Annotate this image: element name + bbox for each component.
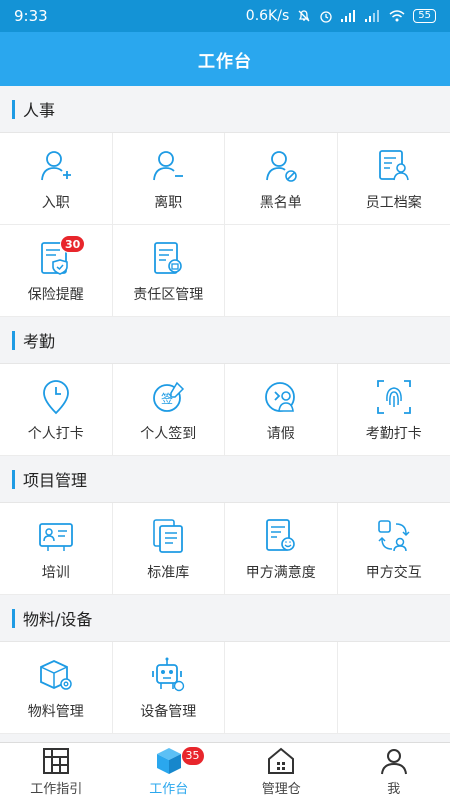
status-indicators: 0.6K/s 55 <box>246 8 436 24</box>
section-header-material: 物料/设备 <box>0 595 450 641</box>
status-bar: 9:33 0.6K/s 55 <box>0 0 450 32</box>
grid-item-leave[interactable]: 请假 <box>225 364 338 456</box>
section-header-attendance: 考勤 <box>0 317 450 363</box>
grid-item-zone-management[interactable]: 责任区管理 <box>112 225 225 317</box>
grid-item-label: 甲方交互 <box>365 564 422 581</box>
battery-icon: 55 <box>413 9 436 23</box>
grid-empty-cell <box>337 642 450 734</box>
attendance-grid: 个人打卡 签 个人签到 请假 考勤打卡 <box>0 363 450 456</box>
standard-library-icon <box>153 518 184 553</box>
person-icon <box>380 749 407 775</box>
grid-item-client-interaction[interactable]: 甲方交互 <box>337 503 450 595</box>
grid-item-insurance-reminder[interactable]: 30 保险提醒 <box>0 225 113 317</box>
tab-work-guide[interactable]: 工作指引 <box>0 743 113 800</box>
section-title: 人事 <box>23 101 56 120</box>
training-icon <box>38 522 73 551</box>
cube-icon <box>156 748 181 774</box>
grid-item-attendance-clock[interactable]: 考勤打卡 <box>337 364 450 456</box>
grid-item-label: 甲方满意度 <box>245 564 316 581</box>
section-title: 物料/设备 <box>23 610 93 629</box>
user-add-icon <box>40 150 71 180</box>
grid-empty-cell <box>337 225 450 317</box>
grid-empty-cell <box>225 642 338 734</box>
grid-item-label: 培训 <box>41 564 70 581</box>
grid-item-training[interactable]: 培训 <box>0 503 113 595</box>
interaction-icon <box>377 519 410 551</box>
grid-item-device-management[interactable]: 设备管理 <box>112 642 225 734</box>
hr-grid: 入职 离职 黑名单 员工档案 30 保险提醒 责任区管理 <box>0 132 450 317</box>
grid-item-personal-sign-in[interactable]: 签 个人签到 <box>112 364 225 456</box>
house-icon <box>268 747 295 774</box>
status-time: 9:33 <box>14 7 48 25</box>
section-header-hr: 人事 <box>0 86 450 132</box>
tab-me[interactable]: 我 <box>338 743 450 800</box>
grid-item-onboard[interactable]: 入职 <box>0 133 113 225</box>
tab-label: 管理仓 <box>261 782 301 797</box>
grid-item-label: 考勤打卡 <box>365 425 422 442</box>
signal-icon <box>341 10 356 22</box>
bottom-tab-bar: 工作指引 35 工作台 管理仓 我 <box>0 742 450 800</box>
leave-icon <box>264 381 295 412</box>
grid-item-label: 物料管理 <box>27 703 84 720</box>
grid-item-label: 责任区管理 <box>133 286 204 303</box>
material-box-icon <box>39 659 72 690</box>
section-header-project: 项目管理 <box>0 456 450 502</box>
page-title: 工作台 <box>198 51 252 72</box>
grid-item-standard-library[interactable]: 标准库 <box>112 503 225 595</box>
grid-item-label: 个人签到 <box>140 425 197 442</box>
material-grid: 物料管理 设备管理 <box>0 641 450 734</box>
grid-item-label: 设备管理 <box>140 703 197 720</box>
sign-in-icon: 签 <box>153 381 185 412</box>
grid-item-material-management[interactable]: 物料管理 <box>0 642 113 734</box>
location-clock-icon <box>42 379 69 414</box>
tab-workbench[interactable]: 35 工作台 <box>113 743 226 800</box>
wifi-icon <box>389 10 405 22</box>
employee-file-icon <box>378 149 409 180</box>
grid-empty-cell <box>225 225 338 317</box>
grid-item-resign[interactable]: 离职 <box>112 133 225 225</box>
section-title: 项目管理 <box>23 471 88 490</box>
user-remove-icon <box>153 150 184 180</box>
section-accent-bar <box>12 330 15 350</box>
grid-item-label: 保险提醒 <box>27 286 84 303</box>
grid-item-client-satisfaction[interactable]: 甲方满意度 <box>225 503 338 595</box>
mute-icon <box>298 10 310 22</box>
tab-label: 工作台 <box>149 782 189 797</box>
grid-item-label: 标准库 <box>147 564 190 581</box>
section-accent-bar <box>12 469 15 489</box>
grid-item-label: 个人打卡 <box>27 425 84 442</box>
notification-badge: 35 <box>181 747 204 765</box>
tab-label: 我 <box>387 782 401 797</box>
device-robot-icon <box>152 657 185 691</box>
notification-badge: 30 <box>60 235 86 253</box>
title-bar: 工作台 <box>0 32 450 86</box>
grid-item-label: 请假 <box>266 425 295 442</box>
project-grid: 培训 标准库 甲方满意度 甲方交互 <box>0 502 450 595</box>
signal-icon-2 <box>365 10 380 22</box>
grid-item-label: 入职 <box>41 194 70 211</box>
network-speed: 0.6K/s <box>245 8 290 24</box>
grid-item-label: 员工档案 <box>365 194 422 211</box>
grid-item-label: 黑名单 <box>259 194 302 211</box>
tab-management[interactable]: 管理仓 <box>225 743 338 800</box>
grid-item-label: 离职 <box>154 194 183 211</box>
grid-window-icon <box>43 748 70 774</box>
section-title: 考勤 <box>23 332 56 351</box>
satisfaction-icon <box>265 518 295 551</box>
section-accent-bar <box>12 608 15 628</box>
workbench-content: 人事 入职 离职 黑名单 员工档案 30 保险提醒 责任区管理 考勤 个人打卡 … <box>0 86 450 742</box>
tab-label: 工作指引 <box>30 782 83 797</box>
grid-item-employee-file[interactable]: 员工档案 <box>337 133 450 225</box>
user-block-icon <box>265 150 297 182</box>
alarm-icon <box>320 11 332 23</box>
grid-item-blacklist[interactable]: 黑名单 <box>225 133 338 225</box>
grid-item-personal-clock-in[interactable]: 个人打卡 <box>0 364 113 456</box>
fingerprint-icon <box>376 379 411 414</box>
section-accent-bar <box>12 99 15 119</box>
zone-doc-icon <box>154 241 183 274</box>
